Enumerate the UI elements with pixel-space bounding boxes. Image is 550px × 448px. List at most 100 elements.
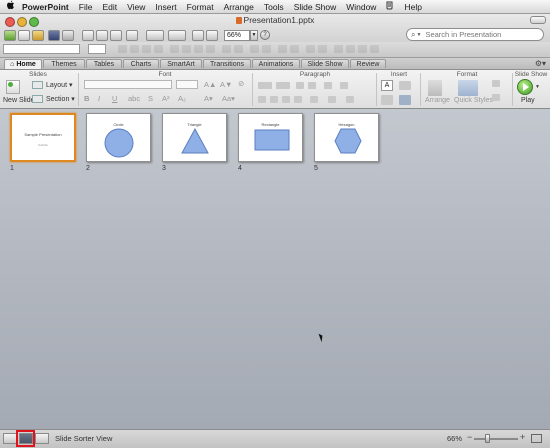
- slide-thumbnail-2[interactable]: Circle: [86, 113, 151, 162]
- menu-arrange[interactable]: Arrange: [219, 2, 259, 12]
- tab-animations[interactable]: Animations: [252, 59, 300, 68]
- slide-show-view-button[interactable]: [35, 433, 49, 444]
- menu-window[interactable]: Window: [341, 2, 381, 12]
- slide-thumbnail-5[interactable]: Hexagon: [314, 113, 379, 162]
- underline-icon[interactable]: [142, 45, 151, 53]
- shape-line-icon[interactable]: [492, 94, 500, 101]
- ribbon-font-size-field[interactable]: [176, 80, 198, 89]
- slide-thumbnail-4[interactable]: Rectangle: [238, 113, 303, 162]
- tab-review[interactable]: Review: [350, 59, 386, 68]
- new-presentation-icon[interactable]: [4, 30, 16, 41]
- copy-icon[interactable]: [96, 30, 108, 41]
- ribbon-shadow-icon[interactable]: abc: [128, 94, 140, 103]
- tab-slide-show[interactable]: Slide Show: [301, 59, 349, 68]
- search-options-caret-icon[interactable]: ▼: [416, 32, 421, 38]
- menu-format[interactable]: Format: [182, 2, 219, 12]
- ribbon-italic-icon[interactable]: I: [98, 94, 100, 103]
- ribbon-font-color-icon[interactable]: A▾: [204, 94, 213, 103]
- tab-transitions[interactable]: Transitions: [203, 59, 251, 68]
- justify-icon[interactable]: [206, 45, 215, 53]
- ribbon-align-center-icon[interactable]: [270, 96, 278, 103]
- arrange-icon[interactable]: [334, 45, 343, 53]
- ribbon-increase-indent-icon[interactable]: [308, 82, 316, 89]
- print-icon[interactable]: [62, 30, 74, 41]
- search-box[interactable]: ⌕ ▼: [406, 28, 544, 41]
- clear-formatting-icon[interactable]: ⊘: [238, 79, 244, 88]
- tab-tables[interactable]: Tables: [86, 59, 122, 68]
- sidebar-toggle-icon[interactable]: [192, 30, 204, 41]
- highlight-icon[interactable]: [290, 45, 299, 53]
- align-left-icon[interactable]: [170, 45, 179, 53]
- ribbon-smartart-convert-icon[interactable]: [346, 96, 354, 103]
- templates-icon[interactable]: [18, 30, 30, 41]
- align-right-icon[interactable]: [194, 45, 203, 53]
- apple-menu-icon[interactable]: [3, 0, 17, 13]
- layout-button[interactable]: Layout ▾: [46, 81, 73, 89]
- zoom-slider-track[interactable]: [474, 438, 518, 440]
- menu-insert[interactable]: Insert: [150, 2, 181, 12]
- bold-icon[interactable]: [118, 45, 127, 53]
- new-slide-icon[interactable]: [6, 80, 20, 94]
- ribbon-align-left-icon[interactable]: [258, 96, 266, 103]
- decrease-font-size-icon[interactable]: A▼: [220, 80, 232, 89]
- zoom-dropdown-button[interactable]: ▼: [250, 30, 258, 41]
- zoom-slider-thumb[interactable]: [485, 434, 490, 443]
- ribbon-subscript-icon[interactable]: A₂: [178, 94, 186, 103]
- zoom-out-icon[interactable]: −: [467, 432, 472, 442]
- media-browser-icon[interactable]: [206, 30, 218, 41]
- numbering-icon[interactable]: [234, 45, 243, 53]
- ribbon-align-text-icon[interactable]: [328, 96, 336, 103]
- menu-view[interactable]: View: [122, 2, 150, 12]
- cut-icon[interactable]: [82, 30, 94, 41]
- zoom-in-icon[interactable]: +: [520, 432, 525, 442]
- play-button[interactable]: Play: [521, 97, 535, 104]
- save-icon[interactable]: [48, 30, 60, 41]
- quick-styles-gallery-icon[interactable]: [458, 80, 478, 96]
- ribbon-font-name-field[interactable]: [84, 80, 172, 89]
- font-size-field[interactable]: [88, 44, 106, 54]
- ribbon-text-direction-icon[interactable]: [324, 82, 332, 89]
- ribbon-decrease-indent-icon[interactable]: [296, 82, 304, 89]
- toolbar-toggle-button[interactable]: [530, 16, 546, 24]
- menu-tools[interactable]: Tools: [259, 2, 289, 12]
- increase-font-size-icon[interactable]: A▲: [204, 80, 216, 89]
- redo-icon[interactable]: [168, 30, 186, 41]
- menu-slide-show[interactable]: Slide Show: [289, 2, 342, 12]
- search-input[interactable]: [425, 30, 526, 39]
- font-name-field[interactable]: [3, 44, 80, 54]
- slide-thumbnail-1[interactable]: Sample Presentation Subtitle: [10, 113, 76, 162]
- ribbon-bold-icon[interactable]: B: [84, 94, 89, 103]
- ribbon-justify-icon[interactable]: [294, 96, 302, 103]
- ribbon-change-case-icon[interactable]: Aa▾: [222, 94, 235, 103]
- arrange-button[interactable]: Arrange: [425, 97, 450, 104]
- ribbon-bullets-icon[interactable]: [258, 82, 272, 89]
- ribbon-columns-icon[interactable]: [340, 82, 348, 89]
- menu-help[interactable]: Help: [399, 2, 426, 12]
- decrease-indent-icon[interactable]: [250, 45, 259, 53]
- zoom-field[interactable]: 66%: [224, 30, 250, 41]
- paste-icon[interactable]: [110, 30, 122, 41]
- fill-icon[interactable]: [346, 45, 355, 53]
- tab-charts[interactable]: Charts: [123, 59, 159, 68]
- ribbon-line-spacing-icon[interactable]: [310, 96, 318, 103]
- fit-to-window-icon[interactable]: [531, 434, 542, 443]
- italic-icon[interactable]: [130, 45, 139, 53]
- format-painter-icon[interactable]: [126, 30, 138, 41]
- ribbon-align-right-icon[interactable]: [282, 96, 290, 103]
- slide-thumbnail-3[interactable]: Triangle: [162, 113, 227, 162]
- insert-text-icon[interactable]: A: [381, 80, 393, 91]
- play-dropdown-icon[interactable]: ▼: [535, 84, 540, 90]
- ribbon-underline-icon[interactable]: U: [112, 94, 117, 103]
- normal-view-button[interactable]: [3, 433, 17, 444]
- arrange-gallery-icon[interactable]: [428, 80, 442, 96]
- new-slide-button[interactable]: New Slide: [3, 97, 35, 104]
- line-icon[interactable]: [358, 45, 367, 53]
- tab-themes[interactable]: Themes: [43, 59, 85, 68]
- help-icon[interactable]: ?: [260, 30, 270, 40]
- menu-powerpoint[interactable]: PowerPoint: [17, 2, 74, 12]
- insert-textbox-icon[interactable]: [306, 45, 315, 53]
- ribbon-strikethrough-icon[interactable]: S: [148, 94, 153, 103]
- insert-picture-icon[interactable]: [381, 95, 393, 105]
- undo-icon[interactable]: [146, 30, 164, 41]
- ribbon-superscript-icon[interactable]: A²: [162, 94, 170, 103]
